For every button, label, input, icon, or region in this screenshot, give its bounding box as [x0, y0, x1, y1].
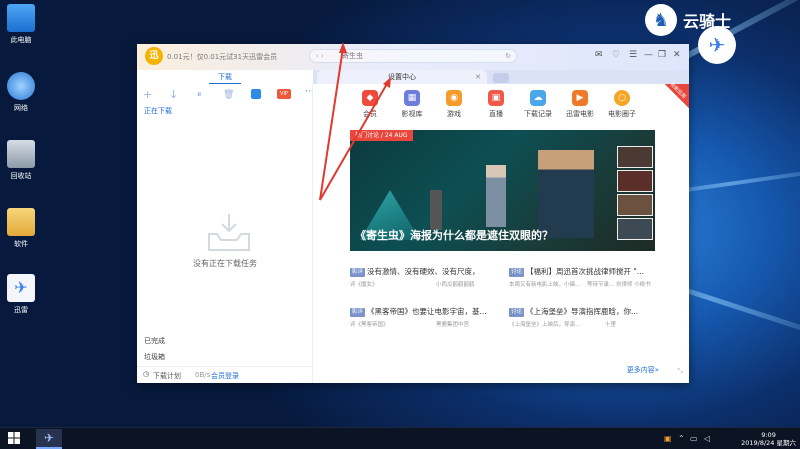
- search-bar[interactable]: ‹ › 寄生虫 ↻: [309, 49, 517, 63]
- category-movies[interactable]: ▦ 影视库: [397, 90, 427, 119]
- hero-banner[interactable]: 热门讨论 / 24 AUG 《寄生虫》海报为什么都是遮住双眼的？: [350, 130, 655, 251]
- network-icon: [7, 72, 35, 100]
- figure-silhouette: [538, 150, 594, 238]
- trash-tab[interactable]: 垃圾箱: [144, 352, 165, 362]
- desktop-icon-xunlei[interactable]: ✈ 迅雷: [4, 274, 38, 315]
- figure-silhouette: [486, 165, 506, 227]
- gamepad-icon: ◉: [446, 90, 462, 106]
- taskbar: ✈ ▣ ⌃ ▭ ◁ 9:09 2019/8/24 星期六: [0, 427, 800, 449]
- figure-silhouette: [430, 190, 442, 230]
- computer-icon: [7, 4, 35, 32]
- circle-icon: ○: [614, 90, 630, 106]
- vip-logo-icon[interactable]: 迅: [145, 47, 163, 65]
- promo-text[interactable]: 0.01元！仅0.01元试31天迅雷会员: [167, 52, 277, 62]
- minimize-button[interactable]: —: [644, 50, 653, 60]
- news-meta: 本周又有新电影上映，小编... 等待节录... 刘律师 小桃书: [509, 282, 651, 288]
- category-xunlei-movies[interactable]: ▶ 迅雷电影: [565, 90, 595, 119]
- news-meta: 评《黑客帝国》 黑鹿集团中宫: [350, 322, 470, 328]
- downloading-tab[interactable]: 正在下载: [144, 106, 172, 116]
- windows-start-icon[interactable]: [8, 432, 20, 444]
- tab-settings[interactable]: 设置中心 ✕: [317, 70, 487, 84]
- settings-content: 有新应用 ◆ 会员 ▦ 影视库 ◉ 游戏 ▣ 直播 ☁ 下载记录 ▶ 迅雷电影 …: [313, 82, 689, 383]
- desktop-icon-recycle-bin[interactable]: 回收站: [4, 140, 38, 181]
- taskbar-xunlei-app[interactable]: ✈: [36, 429, 62, 449]
- delete-icon[interactable]: 🗑: [223, 90, 234, 100]
- new-apps-ribbon[interactable]: 有新应用: [665, 82, 689, 108]
- thumbnail-strip: [617, 146, 653, 242]
- login-link[interactable]: 会员登录: [211, 371, 239, 381]
- category-download-history[interactable]: ☁ 下载记录: [523, 90, 553, 119]
- hero-tag: 热门讨论 / 24 AUG: [350, 130, 413, 141]
- search-input[interactable]: 寄生虫: [342, 52, 363, 60]
- news-item[interactable]: 影评 《黑客帝国》也要让电影宇宙，基...: [350, 306, 498, 317]
- message-icon[interactable]: ✉: [595, 50, 603, 60]
- network-tray-icon[interactable]: ▭: [690, 434, 698, 443]
- cloud-add-icon[interactable]: [251, 89, 261, 99]
- close-tab-icon[interactable]: ✕: [475, 70, 481, 84]
- news-item[interactable]: 影评 没有激情、没有硬效、没有尺度，: [350, 266, 498, 277]
- add-task-icon[interactable]: +: [143, 88, 152, 101]
- news-meta: 《上海堡垒》上映后，导演... 十里: [509, 322, 617, 328]
- schedule-link[interactable]: 下载计划: [153, 371, 181, 381]
- thumbnail[interactable]: [617, 146, 653, 168]
- film-icon: ▦: [404, 90, 420, 106]
- knight-logo-icon: ♞: [645, 4, 677, 36]
- status-bar: ◷ 下载计划 0B/s 会员登录: [137, 366, 313, 383]
- clock-icon: ◷: [143, 370, 150, 378]
- tray-app-icon[interactable]: ▣: [664, 434, 672, 443]
- menu-icon[interactable]: ☰: [629, 50, 637, 60]
- maximize-button[interactable]: ❐: [658, 50, 666, 60]
- cloud-icon: ☁: [530, 90, 546, 106]
- xunlei-bird-icon: ✈: [7, 274, 35, 302]
- close-button[interactable]: ✕: [673, 50, 681, 60]
- empty-inbox-icon: [208, 214, 250, 251]
- desktop-icon-software[interactable]: 软件: [4, 208, 38, 249]
- title-bar: 迅 0.01元！仅0.01元试31天迅雷会员 ‹ › 寄生虫 ↻ ✉ ♡ ☰ —…: [137, 44, 689, 70]
- skin-icon[interactable]: ♡: [612, 50, 620, 60]
- category-vip[interactable]: ◆ 会员: [355, 90, 385, 119]
- folder-icon: [7, 208, 35, 236]
- download-icon[interactable]: ↓: [169, 88, 178, 101]
- live-tv-icon: ▣: [488, 90, 504, 106]
- news-item[interactable]: 讨论 《上海堡垒》导演指挥鹿晗，你...: [509, 306, 657, 317]
- news-item[interactable]: 讨论 【福利】周迅首次挑战律师搅开 "...: [509, 266, 657, 277]
- new-tab-button[interactable]: [493, 73, 509, 83]
- tray-chevron-icon[interactable]: ⌃: [678, 434, 685, 443]
- refresh-icon[interactable]: ↻: [505, 50, 511, 62]
- pause-icon[interactable]: ⏸: [197, 90, 202, 100]
- desktop-icon-network[interactable]: 网络: [4, 72, 38, 113]
- category-movie-circle[interactable]: ○ 电影圈子: [607, 90, 637, 119]
- news-meta: 评《魔女》 小西瓜鹤鹤鹤鹤: [350, 282, 475, 288]
- speed-text: 0B/s: [195, 371, 211, 379]
- more-content-link[interactable]: 更多内容»: [627, 365, 659, 375]
- volume-icon[interactable]: ◁: [704, 434, 710, 443]
- category-live[interactable]: ▣ 直播: [481, 90, 511, 119]
- diamond-icon: ◆: [362, 90, 378, 106]
- download-panel: + ↓ ⏸ 🗑 VIP ⋯ 正在下载 没有正在下载任务 已完成 垃圾箱 ◷ 下载…: [137, 84, 315, 383]
- vip-badge-icon[interactable]: VIP: [277, 89, 291, 99]
- recycle-bin-icon: [7, 140, 35, 168]
- movie-clap-icon: ▶: [572, 90, 588, 106]
- resize-grip-icon[interactable]: ⤡: [677, 367, 683, 376]
- thumbnail[interactable]: [617, 194, 653, 216]
- nav-arrows-icon[interactable]: ‹ ›: [316, 50, 324, 62]
- xunlei-window: 迅 0.01元！仅0.01元试31天迅雷会员 ‹ › 寄生虫 ↻ ✉ ♡ ☰ —…: [137, 44, 689, 383]
- thumbnail[interactable]: [617, 218, 653, 240]
- thumbnail[interactable]: [617, 170, 653, 192]
- empty-state-text: 没有正在下载任务: [193, 259, 257, 268]
- hero-title: 《寄生虫》海报为什么都是遮住双眼的？: [355, 229, 553, 242]
- tab-download[interactable]: 下载: [137, 70, 313, 84]
- category-games[interactable]: ◉ 游戏: [439, 90, 469, 119]
- completed-tab[interactable]: 已完成: [144, 336, 165, 346]
- system-clock[interactable]: 9:09 2019/8/24 星期六: [741, 431, 796, 447]
- watermark-bird-icon: ✈: [698, 26, 736, 64]
- desktop-icon-this-pc[interactable]: 此电脑: [4, 4, 38, 45]
